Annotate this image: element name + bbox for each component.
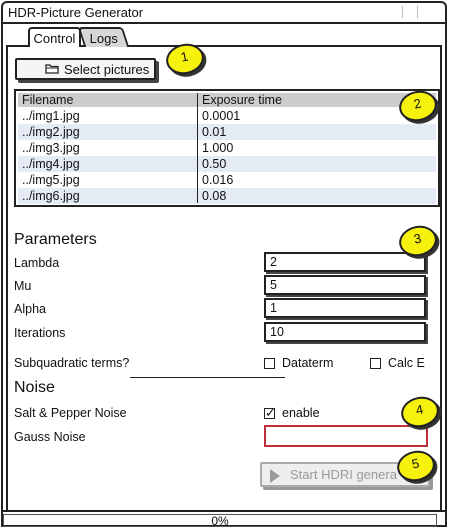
badge-number: 1 [179,48,190,65]
title-bar: HDR-Picture Generator [3,3,445,24]
mu-field[interactable]: 5 [264,275,426,295]
exposure-cell[interactable]: 1.000 [202,140,233,156]
file-table[interactable]: Filename Exposure time ../img1.jpg 0.000… [14,89,440,207]
table-row[interactable]: ../img4.jpg 0.50 [18,156,436,172]
filename-cell: ../img4.jpg [22,157,80,171]
exposure-cell[interactable]: 0.50 [202,156,226,172]
column-header-filename[interactable]: Filename [22,93,73,107]
exposure-cell[interactable]: 0.0001 [202,108,240,124]
select-pictures-label: Select pictures [64,62,150,77]
progress-track: 0% [3,514,437,528]
lambda-field[interactable]: 2 [264,252,426,272]
salt-pepper-enable-label: enable [282,406,320,420]
gauss-noise-field[interactable] [264,425,428,447]
calc-e-label: Calc E [388,356,425,370]
salt-pepper-checkbox[interactable]: ✓ [264,405,276,420]
play-icon [270,469,280,483]
salt-pepper-label: Salt & Pepper Noise [14,406,127,420]
start-hdri-label: Start HDRI genera [290,467,397,482]
filename-cell: ../img5.jpg [22,173,80,187]
badge-number: 5 [410,455,421,472]
alpha-field[interactable]: 1 [264,298,426,318]
table-row[interactable]: ../img5.jpg 0.016 [18,172,436,188]
filename-cell: ../img1.jpg [22,109,80,123]
filename-cell: ../img3.jpg [22,141,80,155]
dataterm-label: Dataterm [282,356,334,370]
table-row[interactable]: ../img1.jpg 0.0001 [18,108,436,124]
table-header: Filename Exposure time [18,93,436,107]
table-row[interactable]: ../img3.jpg 1.000 [18,140,436,156]
tab-control-label: Control [33,31,76,46]
exposure-cell[interactable]: 0.01 [202,124,226,140]
window-title: HDR-Picture Generator [8,5,144,20]
tab-logs[interactable]: Logs [77,27,130,47]
tab-control[interactable]: Control [28,27,81,47]
subquadratic-label: Subquadratic terms? [14,356,130,370]
parameters-heading: Parameters [14,231,97,248]
check-icon: ✓ [265,405,276,420]
dataterm-checkbox[interactable] [264,358,275,369]
select-pictures-button[interactable]: Select pictures [15,58,156,80]
iterations-label: Iterations [14,326,66,340]
badge-number: 2 [412,95,423,112]
alpha-label: Alpha [14,302,46,316]
table-row[interactable]: ../img6.jpg 0.08 [18,188,436,204]
window-control-button[interactable] [402,6,415,18]
window-control-button[interactable] [417,6,430,18]
iterations-field[interactable]: 10 [264,322,426,342]
gauss-label: Gauss Noise [14,430,86,444]
badge-number: 4 [414,401,425,418]
badge-number: 3 [412,230,423,247]
filename-cell: ../img6.jpg [22,189,80,203]
progress-text: 0% [211,514,229,528]
mu-label: Mu [14,279,32,293]
exposure-cell[interactable]: 0.08 [202,188,226,204]
folder-icon [45,64,59,74]
divider [130,377,285,378]
table-row[interactable]: ../img2.jpg 0.01 [18,124,436,140]
calc-e-checkbox[interactable] [370,358,381,369]
tab-logs-label: Logs [90,31,119,46]
column-header-exposure[interactable]: Exposure time [202,93,282,107]
lambda-label: Lambda [14,256,60,270]
exposure-cell[interactable]: 0.016 [202,172,233,188]
filename-cell: ../img2.jpg [22,125,80,139]
progress-bar: 0% [1,510,445,528]
column-divider [197,93,198,203]
noise-heading: Noise [14,379,55,396]
